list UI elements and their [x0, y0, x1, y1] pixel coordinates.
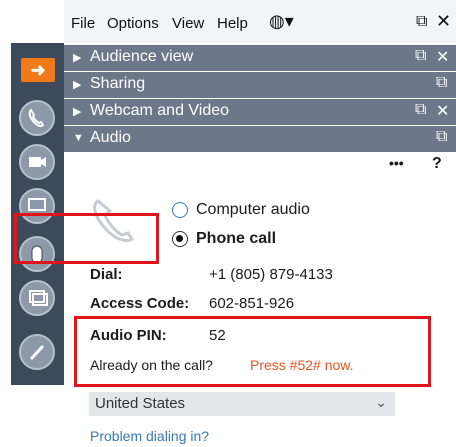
close-icon[interactable]: ✕	[436, 101, 449, 121]
collapse-icon: ▼	[73, 132, 84, 144]
phone-icon	[28, 108, 45, 127]
expand-icon: ▶	[73, 79, 82, 91]
country-value: United States	[95, 395, 186, 412]
panel-sharing[interactable]: ▶ Sharing ⧉	[64, 72, 456, 98]
panel-audio[interactable]: ▼ Audio ⧉	[64, 126, 456, 152]
popout-icon[interactable]: ⧉	[416, 13, 427, 31]
chevron-down-icon: ⌄	[375, 394, 387, 410]
menu-help[interactable]: Help	[217, 15, 248, 32]
chat-toolbar-button[interactable]	[19, 280, 55, 316]
pencil-icon	[29, 344, 45, 361]
phone-call-radio[interactable]	[172, 231, 188, 247]
arrow-right-icon: ➜	[30, 60, 46, 80]
highlight-box-pin	[74, 316, 431, 387]
computer-audio-radio[interactable]	[172, 202, 188, 218]
phone-call-label[interactable]: Phone call	[196, 230, 276, 248]
globe-icon[interactable]: ◍▾	[269, 11, 294, 32]
panel-audience-view[interactable]: ▶ Audience view ⧉ ✕	[64, 45, 456, 71]
popout-icon[interactable]: ⧉	[436, 128, 447, 146]
menu-view[interactable]: View	[172, 15, 204, 32]
panel-label: Audio	[90, 129, 131, 146]
panel-webcam-and-video[interactable]: ▶ Webcam and Video ⧉ ✕	[64, 99, 456, 125]
highlight-box-hand	[14, 213, 159, 264]
popout-icon[interactable]: ⧉	[415, 101, 426, 119]
panel-label: Audience view	[90, 48, 194, 65]
close-icon[interactable]: ✕	[436, 47, 449, 67]
draw-toolbar-button[interactable]	[19, 334, 55, 370]
dial-number: +1 (805) 879-4133	[209, 266, 333, 283]
menu-options[interactable]: Options	[107, 15, 159, 32]
panel-label: Webcam and Video	[90, 102, 230, 119]
computer-audio-label[interactable]: Computer audio	[196, 201, 310, 219]
expand-icon: ▶	[73, 106, 82, 118]
close-icon[interactable]: ✕	[436, 11, 451, 32]
help-icon[interactable]: ?	[432, 155, 442, 173]
popout-icon[interactable]: ⧉	[415, 47, 426, 65]
problem-dialing-link[interactable]: Problem dialing in?	[90, 428, 209, 444]
access-code-value: 602-851-926	[209, 295, 295, 312]
menu-bar: File Options View Help ◍▾ ⧉ ✕	[64, 0, 456, 43]
access-code-label: Access Code:	[90, 295, 190, 312]
popout-icon[interactable]: ⧉	[436, 74, 447, 92]
panel-label: Sharing	[90, 75, 146, 92]
more-options-icon[interactable]: •••	[389, 155, 404, 171]
dial-label: Dial:	[90, 266, 123, 283]
chat-icon	[29, 290, 48, 306]
collapse-panel-button[interactable]: ➜	[21, 58, 55, 82]
menu-file[interactable]: File	[71, 15, 95, 32]
webcam-toolbar-button[interactable]	[19, 144, 55, 180]
phone-toolbar-button[interactable]	[19, 100, 55, 136]
country-select[interactable]: United States ⌄	[89, 392, 395, 416]
expand-icon: ▶	[73, 52, 82, 64]
webcam-icon	[29, 157, 46, 167]
